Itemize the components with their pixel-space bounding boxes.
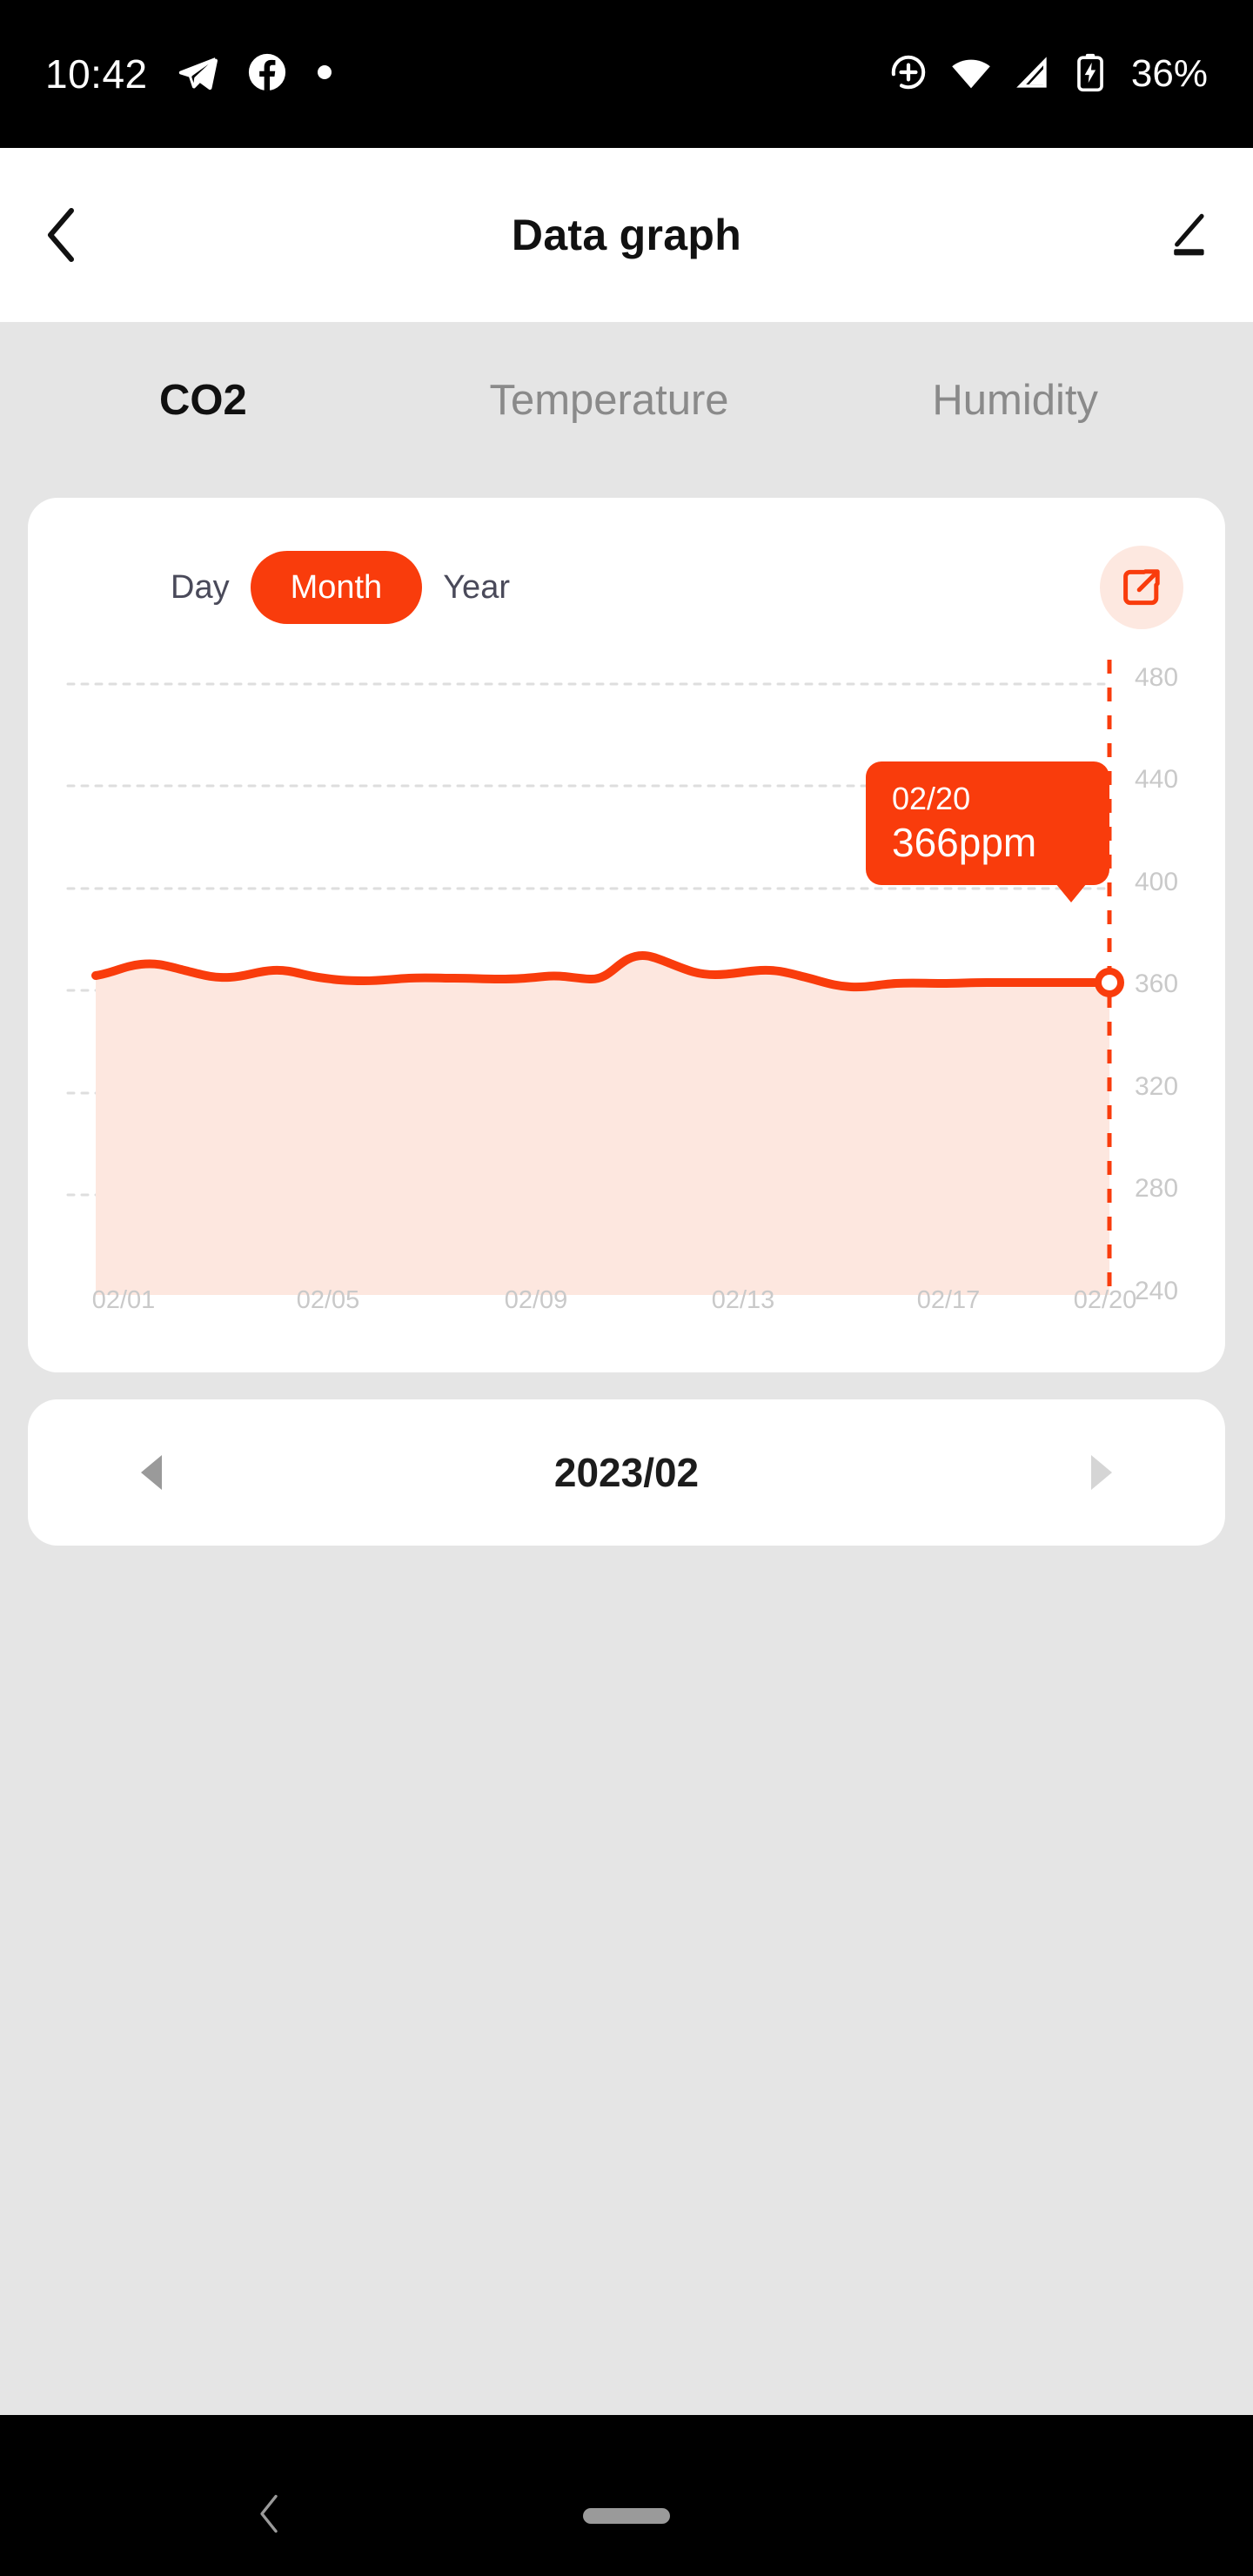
page-body: CO2 Temperature Humidity Day Month Year xyxy=(0,322,1253,2415)
month-navigator: 2023/02 xyxy=(28,1399,1225,1546)
battery-percentage: 36% xyxy=(1130,52,1208,95)
x-tick-0220: 02/20 xyxy=(1073,1286,1137,1314)
location-icon xyxy=(889,53,928,96)
chart-x-axis: 02/01 02/05 02/09 02/13 02/17 02/20 xyxy=(28,1286,1225,1330)
period-selector-row: Day Month Year xyxy=(28,546,1225,629)
next-month-button[interactable] xyxy=(1074,1438,1129,1507)
y-tick-440: 440 xyxy=(1135,765,1179,794)
chart-card: Day Month Year 480 440 400 360 320 280 2… xyxy=(28,498,1225,1372)
telegram-icon xyxy=(178,52,218,97)
status-bar: 10:42 36% xyxy=(0,0,1253,148)
period-year-button[interactable]: Year xyxy=(422,551,531,624)
back-chevron-icon xyxy=(48,208,74,262)
wifi-icon xyxy=(950,53,992,96)
x-tick-0209: 02/09 xyxy=(504,1286,568,1314)
y-tick-320: 320 xyxy=(1135,1072,1179,1101)
period-selector: Day Month Year xyxy=(150,551,531,624)
chart-plot-area[interactable]: 480 440 400 360 320 280 240 xyxy=(28,660,1225,1305)
status-bar-left: 10:42 xyxy=(45,50,332,97)
back-button[interactable] xyxy=(44,196,122,274)
x-tick-0213: 02/13 xyxy=(711,1286,775,1314)
android-back-button[interactable] xyxy=(258,2494,280,2539)
tab-humidity[interactable]: Humidity xyxy=(812,376,1218,425)
period-month-button[interactable]: Month xyxy=(250,551,423,624)
battery-charging-icon xyxy=(1075,52,1105,97)
tooltip-pointer xyxy=(1055,883,1087,902)
page-title: Data graph xyxy=(511,211,742,259)
edit-pencil-icon xyxy=(1174,213,1204,256)
tab-temperature[interactable]: Temperature xyxy=(406,376,813,425)
export-button[interactable] xyxy=(1100,546,1183,629)
x-tick-0205: 02/05 xyxy=(296,1286,360,1314)
selected-point-marker xyxy=(1095,968,1124,997)
external-link-icon xyxy=(1123,569,1160,606)
co2-area-chart xyxy=(66,660,1124,1295)
edit-button[interactable] xyxy=(1131,196,1209,274)
next-month-arrow-icon xyxy=(1091,1455,1112,1490)
y-tick-360: 360 xyxy=(1135,969,1179,998)
android-back-chevron-icon xyxy=(260,2494,278,2533)
y-tick-400: 400 xyxy=(1135,868,1179,896)
dot-indicator-icon xyxy=(317,64,332,84)
x-tick-0217: 02/17 xyxy=(916,1286,981,1314)
status-bar-right: 36% xyxy=(889,52,1208,97)
current-month-label: 2023/02 xyxy=(553,1450,700,1495)
prev-month-button[interactable] xyxy=(124,1438,179,1507)
facebook-icon xyxy=(247,52,287,97)
app-header: Data graph xyxy=(0,148,1253,322)
y-tick-480: 480 xyxy=(1135,663,1179,692)
y-tick-280: 280 xyxy=(1135,1174,1179,1203)
tooltip-date: 02/20 xyxy=(892,781,971,816)
prev-month-arrow-icon xyxy=(141,1455,162,1490)
cellular-signal-icon xyxy=(1015,53,1053,96)
chart-area-fill xyxy=(96,955,1109,1295)
x-tick-0201: 02/01 xyxy=(91,1286,156,1314)
status-time: 10:42 xyxy=(45,51,148,97)
tooltip-value: 366ppm xyxy=(892,820,1037,865)
tab-co2[interactable]: CO2 xyxy=(0,376,406,425)
data-point-tooltip: 02/20 366ppm xyxy=(866,761,1109,902)
metric-tabs: CO2 Temperature Humidity xyxy=(0,322,1253,479)
android-home-pill[interactable] xyxy=(583,2508,670,2524)
android-navigation-bar xyxy=(0,2456,1253,2576)
period-day-button[interactable]: Day xyxy=(150,551,251,624)
